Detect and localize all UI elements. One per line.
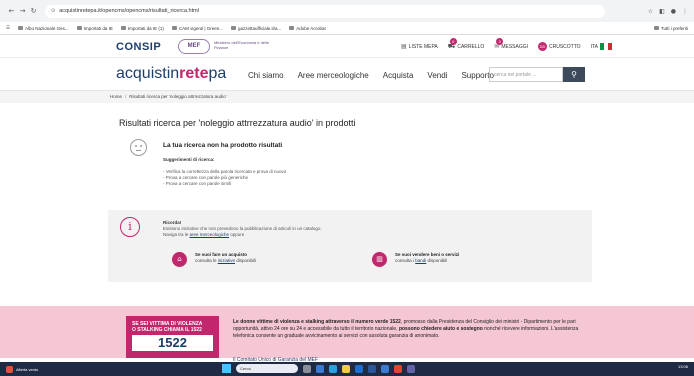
banner-card-1522[interactable]: SE SEI VITTIMA DI VIOLENZA O STALKING CH… bbox=[126, 316, 219, 358]
liste-mepa-link[interactable]: ▤ LISTE MEPA bbox=[401, 43, 438, 50]
reminder-text: Esistono iniziative che non prevedono la… bbox=[163, 226, 322, 237]
breadcrumb-separator: / bbox=[125, 94, 127, 99]
apps-icon[interactable]: ☰ bbox=[6, 25, 10, 31]
bookmark-item[interactable]: Importati da IE (1) bbox=[120, 26, 164, 31]
address-bar[interactable]: ⊙ acquistinretepa.it/opencms/opencms/ris… bbox=[45, 4, 605, 18]
suggestions-list: - Verifica la correttezza della parola r… bbox=[163, 169, 286, 187]
mef-logo[interactable]: MEF bbox=[178, 39, 210, 54]
bookmark-icon bbox=[289, 26, 295, 30]
violence-banner: SE SEI VITTIMA DI VIOLENZA O STALKING CH… bbox=[0, 306, 694, 363]
nav-vendi[interactable]: Vendi bbox=[427, 71, 447, 80]
reminder-title: Ricorda! bbox=[163, 220, 182, 225]
breadcrumb-current: Risultati ricerca per 'noleggio attrrezz… bbox=[129, 94, 227, 99]
folder-icon bbox=[653, 26, 659, 30]
bookmark-item[interactable]: CAM vigenti | Green... bbox=[171, 26, 223, 31]
app-icon[interactable] bbox=[316, 364, 324, 373]
app-icon[interactable] bbox=[355, 364, 363, 373]
task-view-icon[interactable] bbox=[303, 364, 311, 373]
phone-number-1522: 1522 bbox=[132, 335, 213, 351]
bandi-link[interactable]: bandi bbox=[415, 258, 426, 263]
teams-icon[interactable] bbox=[407, 364, 415, 373]
info-icon: i bbox=[120, 217, 140, 237]
windows-start-icon[interactable] bbox=[222, 364, 231, 373]
nav-chi-siamo[interactable]: Chi siamo bbox=[248, 71, 284, 80]
bookmark-item[interactable]: gazzettaufficiale.it/a... bbox=[231, 26, 281, 31]
edge-icon[interactable] bbox=[329, 364, 337, 373]
building-icon: ⌂ bbox=[172, 252, 187, 267]
search-icon: ⚲ bbox=[571, 70, 577, 79]
nav-aree-merceologiche[interactable]: Aree merceologiche bbox=[298, 71, 369, 80]
bookmark-item[interactable]: Importati da IE bbox=[76, 26, 113, 31]
portal-search-input[interactable]: cerca nel portale ... bbox=[489, 67, 563, 82]
consip-header: CONSIP MEF Ministero dell'Economia e del… bbox=[0, 35, 694, 57]
taskbar: Allerta vento Cerca 13:06 bbox=[0, 362, 694, 376]
shop-icon: ▥ bbox=[372, 252, 387, 267]
other-bookmarks[interactable]: Tutti i preferiti bbox=[653, 26, 688, 31]
bookmark-icon bbox=[231, 26, 237, 30]
user-initials-icon: DD bbox=[538, 42, 547, 51]
language-switch[interactable]: ITA bbox=[591, 43, 612, 50]
back-icon[interactable]: ← bbox=[6, 7, 17, 15]
menu-icon[interactable]: ⋮ bbox=[682, 8, 688, 15]
folder-icon bbox=[120, 26, 126, 30]
breadcrumb: Home / Risultati ricerca per 'noleggio att… bbox=[0, 91, 694, 103]
utility-nav: ▤ LISTE MEPA 0 ⛟ CARRELLO 0 ✉ MESSAGGI DD CRUS… bbox=[401, 37, 612, 51]
buy-action: ⌂ Se vuoi fare un acquisto consulta le i… bbox=[172, 252, 256, 267]
cart-link[interactable]: 0 ⛟ CARRELLO bbox=[448, 37, 484, 51]
list-item: - Prova a cercare con parole simili bbox=[163, 181, 232, 186]
file-explorer-icon[interactable] bbox=[342, 364, 350, 373]
list-icon: ▤ bbox=[401, 43, 407, 50]
italy-flag-icon bbox=[600, 43, 612, 50]
messages-link[interactable]: 0 ✉ MESSAGGI bbox=[494, 38, 528, 50]
bookmarks-bar: ☰ Albo Nazionale Ges... Importati da IE … bbox=[0, 22, 694, 35]
profile-icon[interactable]: ● bbox=[671, 8, 676, 15]
weather-widget[interactable]: Allerta vento bbox=[6, 365, 38, 373]
page-title: Risultati ricerca per 'noleggio attrrezz… bbox=[119, 118, 356, 128]
system-clock[interactable]: 13:06 bbox=[678, 365, 688, 369]
bookmark-icon bbox=[171, 26, 177, 30]
bookmark-icon bbox=[18, 26, 24, 30]
dashboard-link[interactable]: DD CRUSCOTTO bbox=[538, 42, 581, 51]
chrome-icon[interactable] bbox=[394, 364, 402, 373]
url-text: acquistinretepa.it/opencms/opencms/risul… bbox=[59, 8, 199, 14]
forward-icon[interactable]: → bbox=[17, 7, 28, 15]
mef-text: Ministero dell'Economia e delle Finanze bbox=[214, 40, 270, 50]
sad-face-icon bbox=[130, 139, 147, 156]
bookmark-item[interactable]: Adobe Acrobat bbox=[289, 26, 326, 31]
folder-icon bbox=[76, 26, 82, 30]
main-nav: acquistinretepa Chi siamo Aree merceolog… bbox=[0, 57, 694, 91]
sell-action: ▥ Se vuoi vendere beni o servizi consult… bbox=[372, 252, 459, 267]
nav-acquista[interactable]: Acquista bbox=[383, 71, 414, 80]
breadcrumb-home[interactable]: Home bbox=[110, 94, 122, 99]
star-icon[interactable]: ☆ bbox=[648, 8, 653, 15]
banner-text: Le donne vittime di violenza e stalking … bbox=[233, 319, 579, 339]
acquistinretepa-logo[interactable]: acquistinretepa bbox=[116, 65, 226, 83]
suggestions-title: Suggerimenti di ricerca: bbox=[163, 157, 215, 162]
word-icon[interactable] bbox=[368, 364, 376, 373]
reload-icon[interactable]: ↻ bbox=[28, 7, 39, 15]
taskbar-search[interactable]: Cerca bbox=[236, 364, 298, 373]
extensions-icon[interactable]: ◧ bbox=[659, 8, 665, 15]
consip-logo[interactable]: CONSIP bbox=[116, 41, 161, 53]
wind-alert-icon bbox=[6, 365, 13, 373]
outlook-icon[interactable] bbox=[381, 364, 389, 373]
search-button[interactable]: ⚲ bbox=[563, 67, 585, 82]
reminder-box: i Ricorda! Esistono iniziative che non p… bbox=[108, 210, 592, 282]
site-info-icon[interactable]: ⊙ bbox=[51, 8, 55, 14]
cart-count-badge: 0 bbox=[449, 37, 457, 45]
bookmark-item[interactable]: Albo Nazionale Ges... bbox=[18, 26, 69, 31]
no-results-message: La tua ricerca non ha prodotto risultati bbox=[163, 142, 283, 149]
aree-merceologiche-link[interactable]: aree merceologiche bbox=[190, 232, 230, 237]
iniziative-link[interactable]: iniziative bbox=[218, 258, 235, 263]
browser-toolbar: ← → ↻ ⊙ acquistinretepa.it/opencms/openc… bbox=[0, 0, 694, 22]
